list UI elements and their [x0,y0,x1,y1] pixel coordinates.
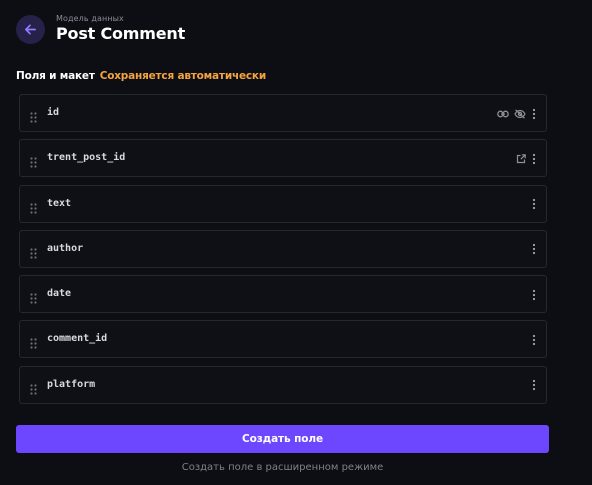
more-vertical-icon[interactable] [531,197,537,212]
field-actions [526,287,537,302]
field-row[interactable]: author [19,229,547,268]
field-name: date [47,288,72,300]
field-row[interactable]: text [19,184,547,223]
field-name: author [47,242,84,254]
field-name: comment_id [47,333,108,345]
eye-off-icon[interactable] [514,108,526,119]
field-actions [511,151,537,166]
header-titles: Модель данных Post Comment [56,14,185,44]
field-name: id [47,107,60,118]
drag-handle-icon[interactable] [30,244,37,259]
external-link-icon[interactable] [516,153,526,164]
more-vertical-icon[interactable] [531,242,537,257]
field-actions [526,197,537,212]
field-list: id trent_post_idtext author date comment_idp… [19,94,547,411]
field-actions [526,378,537,393]
drag-handle-icon[interactable] [30,108,37,123]
field-actions [526,332,537,347]
field-row[interactable]: platform [19,365,547,404]
more-vertical-icon[interactable] [531,378,537,393]
autosave-status: Сохраняется автоматически [99,70,267,82]
more-vertical-icon[interactable] [531,106,537,121]
page-title: Post Comment [56,24,186,43]
drag-handle-icon[interactable] [30,199,37,214]
field-row[interactable]: id [19,94,547,132]
page-header: Модель данных Post Comment [16,14,185,44]
drag-handle-icon[interactable] [30,334,37,350]
more-vertical-icon[interactable] [531,151,537,166]
field-name: trent_post_id [47,152,126,164]
page-subtitle: Модель данных [56,14,124,23]
more-vertical-icon[interactable] [531,332,537,347]
back-button[interactable] [16,14,45,44]
arrow-left-icon [25,23,36,35]
create-field-advanced-link[interactable]: Создать поле в расширенном режиме [16,461,549,474]
link-icon[interactable] [497,110,509,118]
field-name: text [47,197,72,209]
drag-handle-icon[interactable] [30,380,37,395]
field-actions [492,106,537,121]
create-field-button[interactable]: Создать поле [16,425,549,453]
drag-handle-icon[interactable] [30,289,37,304]
drag-handle-icon[interactable] [30,153,37,168]
field-actions [526,242,537,257]
section-title: Поля и макет [16,70,95,82]
field-row[interactable]: trent_post_id [19,139,547,178]
section-header: Поля и макет Сохраняется автоматически [16,69,266,83]
more-vertical-icon[interactable] [531,287,537,302]
field-name: platform [47,378,96,390]
field-row[interactable]: date [19,275,547,314]
field-row[interactable]: comment_id [19,320,547,359]
